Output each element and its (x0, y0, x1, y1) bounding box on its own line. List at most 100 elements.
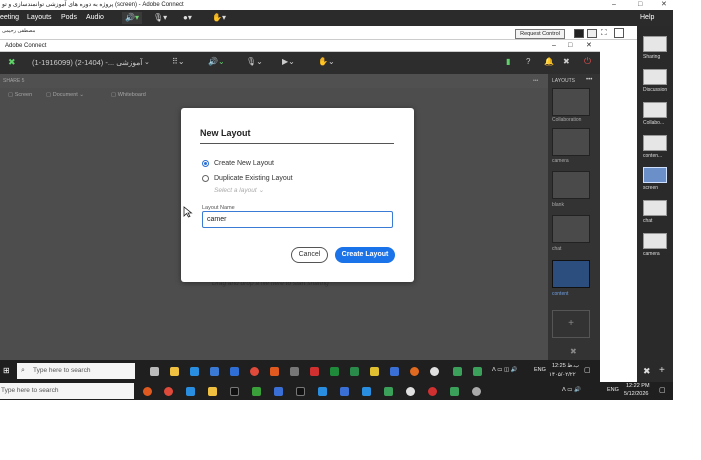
layout-label: Sharing (643, 54, 661, 60)
outer-system-tray-icons[interactable]: ᐱ ▭ 🔊 (562, 387, 581, 393)
inner-maximize-icon[interactable]: □ (568, 40, 572, 52)
app-icon[interactable] (370, 367, 379, 376)
layout-camera[interactable]: camera (643, 233, 669, 257)
meeting-name[interactable]: (1-1916099) (2-1404) -... آموزشی (32, 58, 142, 67)
app-icon[interactable] (362, 387, 371, 396)
menu-audio[interactable]: Audio (86, 10, 104, 26)
close-icon[interactable]: ✕ (661, 0, 667, 10)
layout-collaboration[interactable]: Collabo... (643, 102, 669, 126)
layout-sharing[interactable]: Sharing (643, 36, 669, 60)
window-icon[interactable] (614, 28, 624, 38)
acrobat-icon[interactable] (310, 367, 319, 376)
minimize-icon[interactable]: – (612, 0, 616, 10)
menu-help[interactable]: Help (640, 10, 654, 26)
adobe-connect-icon[interactable] (473, 367, 482, 376)
notification-center-icon[interactable]: ▢ (584, 366, 591, 374)
notification-icon[interactable]: 🔔 (544, 57, 554, 66)
layout-thumb-content[interactable] (552, 260, 590, 288)
app-icon[interactable] (296, 387, 305, 396)
layout-thumb-camera[interactable] (552, 128, 590, 156)
duplicate-layout-radio[interactable] (202, 175, 209, 182)
menu-layouts[interactable]: Layouts (27, 10, 52, 26)
app-icon[interactable] (230, 367, 239, 376)
speaker-icon[interactable]: 🔊⌄ (208, 57, 225, 66)
layout-thumb-collaboration[interactable] (552, 88, 590, 116)
add-layout-icon[interactable]: + (659, 365, 665, 376)
layout-chat[interactable]: chat (643, 200, 669, 224)
apps-grid-icon[interactable]: ⠿⌄ (172, 57, 185, 66)
layout-name-input[interactable]: camer (202, 211, 393, 228)
edge-icon[interactable] (190, 367, 199, 376)
create-new-layout-radio[interactable] (202, 160, 209, 167)
request-control-button[interactable]: Request Control (515, 29, 565, 39)
file-explorer-icon[interactable] (170, 367, 179, 376)
outer-notification-icon[interactable]: ▢ (659, 386, 666, 394)
app-icon[interactable] (472, 387, 481, 396)
menu-meeting[interactable]: eeting (0, 10, 19, 26)
microphone-icon[interactable]: 🎙▾ (153, 12, 167, 24)
app-icon[interactable] (252, 387, 261, 396)
layout-toggle-icon[interactable] (574, 29, 584, 38)
layouts-menu-icon[interactable]: ••• (586, 77, 592, 83)
create-layout-button[interactable]: Create Layout (335, 247, 395, 263)
windows-start-icon[interactable]: ⊞ (3, 366, 10, 375)
inner-taskbar-search[interactable]: ⌕ Type here to search (17, 363, 135, 379)
microphone-icon[interactable]: 🎙⌄ (246, 57, 263, 66)
select-layout-dropdown[interactable]: Select a layout ⌄ (214, 186, 264, 194)
camera-icon[interactable]: ▶⌄ (282, 57, 295, 66)
layout-thumb-blank[interactable] (552, 171, 590, 199)
app-icon[interactable] (350, 367, 359, 376)
app-icon[interactable] (406, 387, 415, 396)
presenter-name: مصطفی رحیمی (2, 28, 36, 34)
chrome-icon[interactable] (164, 387, 173, 396)
webcam-icon[interactable]: ●▾ (183, 12, 192, 24)
app-icon[interactable] (290, 367, 299, 376)
menu-pods[interactable]: Pods (61, 10, 77, 26)
outer-language-indicator[interactable]: ENG (607, 387, 619, 393)
inner-close-icon[interactable]: ✕ (586, 40, 592, 52)
firefox-icon[interactable] (143, 387, 152, 396)
app-icon[interactable] (230, 387, 239, 396)
inner-minimize-icon[interactable]: – (552, 40, 556, 52)
cancel-button[interactable]: Cancel (291, 247, 328, 263)
layout-list-icon[interactable] (587, 29, 597, 38)
settings-icon[interactable]: ✖ (643, 366, 651, 377)
adobe-connect-icon[interactable] (450, 387, 459, 396)
maximize-icon[interactable]: □ (638, 0, 642, 10)
app-icon[interactable] (390, 367, 399, 376)
app-icon[interactable] (430, 367, 439, 376)
excel-icon[interactable] (330, 367, 339, 376)
language-indicator[interactable]: ENG (534, 367, 546, 373)
chevron-down-icon[interactable]: ⌄ (144, 58, 150, 66)
help-icon[interactable]: ? (526, 57, 530, 66)
raise-hand-icon[interactable]: ✋⌄ (318, 57, 335, 66)
status-icon[interactable]: ✋▾ (212, 12, 226, 24)
app-icon[interactable] (274, 387, 283, 396)
tools-icon[interactable]: ✖ (563, 57, 570, 66)
adobe-connect-icon[interactable] (453, 367, 462, 376)
outer-taskbar-search[interactable]: Type here to search (0, 383, 134, 399)
layout-discussion[interactable]: Discussion (643, 69, 669, 93)
layout-thumb-chat[interactable] (552, 215, 590, 243)
power-icon[interactable]: ⏻ (584, 56, 591, 67)
task-view-icon[interactable] (150, 367, 159, 376)
edge-icon[interactable] (186, 387, 195, 396)
app-icon[interactable] (384, 387, 393, 396)
firefox-icon[interactable] (410, 367, 419, 376)
layout-settings-icon[interactable]: ✖ (570, 347, 577, 356)
mail-icon[interactable] (340, 387, 349, 396)
file-explorer-icon[interactable] (208, 387, 217, 396)
word-icon[interactable] (210, 367, 219, 376)
fullscreen-icon[interactable]: ⛶ (601, 28, 607, 38)
app-icon[interactable] (428, 387, 437, 396)
layout-content[interactable]: conten... (643, 135, 669, 159)
inner-window-title-bar: Adobe Connect – □ ✕ (0, 40, 600, 52)
firefox-icon[interactable] (270, 367, 279, 376)
outer-clock-date: 5/12/2026 (624, 391, 649, 397)
layout-screen[interactable]: screen (643, 167, 669, 191)
speaker-icon[interactable]: 🔊▾ (122, 12, 142, 24)
system-tray-icons[interactable]: ᐱ ▭ ◫ 🔊 (492, 367, 518, 373)
app-icon[interactable] (318, 387, 327, 396)
chrome-icon[interactable] (250, 367, 259, 376)
add-layout-button[interactable]: + (552, 310, 590, 338)
